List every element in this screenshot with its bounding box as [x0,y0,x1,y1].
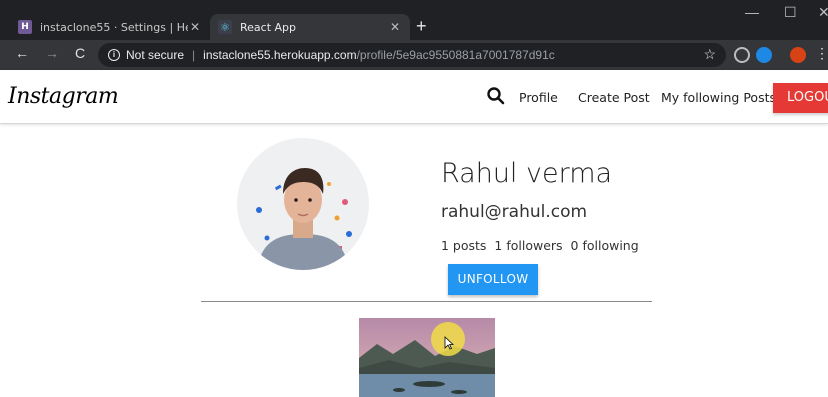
browser-toolbar: ← → C i Not secure | instaclone55.heroku… [0,40,828,70]
app-navbar: Instagram Profile Create Post My followi… [0,70,828,124]
maximize-button[interactable]: ☐ [784,4,797,21]
address-separator: | [192,48,196,62]
tab-react-app[interactable]: ⚛ React App ✕ [210,14,410,40]
mouse-cursor-icon [444,336,454,350]
bookmark-star-icon[interactable]: ☆ [703,46,716,63]
reload-icon[interactable]: C [70,45,90,61]
profile-stats: 1 posts 1 followers 0 following [441,238,643,253]
search-icon[interactable] [486,86,506,106]
close-tab-icon[interactable]: ✕ [388,20,402,34]
followers-count: 1 followers [494,238,563,253]
posts-count: 1 posts [441,238,487,253]
profile-name: Rahul verma [441,158,613,189]
tab-heroku-settings[interactable]: H instaclone55 · Settings | Heroku ✕ [10,14,210,40]
url-host: instaclone55.herokuapp.com [203,48,357,62]
profile-avatar-icon[interactable] [790,47,806,63]
brand-logo[interactable]: Instagram [8,84,119,109]
react-favicon-icon: ⚛ [218,20,232,34]
profile-avatar [237,138,369,270]
back-icon[interactable]: ← [12,45,32,61]
info-icon[interactable]: i [108,49,120,61]
close-window-button[interactable]: ✕ [818,4,828,21]
tab-title: React App [240,20,297,34]
forward-icon[interactable]: → [42,45,62,61]
close-tab-icon[interactable]: ✕ [188,20,202,34]
profile-divider [201,301,652,302]
browser-tab-strip: H instaclone55 · Settings | Heroku ✕ ⚛ R… [0,0,828,40]
nav-link-profile[interactable]: Profile [519,90,558,105]
react-devtools-icon[interactable] [756,47,772,63]
url-path: /profile/5e9ac9550881a7001787d91c [356,48,555,62]
logout-button[interactable]: LOGOUT [773,83,828,113]
nav-link-following-posts[interactable]: My following Posts [661,90,776,105]
unfollow-button[interactable]: UNFOLLOW [448,264,538,295]
menu-kebab-icon[interactable]: ⋮ [812,45,828,62]
new-tab-button[interactable]: + [416,16,427,37]
post-thumbnail[interactable] [359,318,495,397]
heroku-favicon-icon: H [18,20,32,34]
address-bar[interactable]: i Not secure | instaclone55.herokuapp.co… [98,43,726,67]
extension-icon[interactable] [734,47,750,63]
minimize-button[interactable]: — [745,4,759,20]
nav-link-create-post[interactable]: Create Post [578,90,650,105]
tab-title: instaclone55 · Settings | Heroku [40,20,188,34]
profile-email: rahul@rahul.com [441,202,588,222]
security-label: Not secure [126,48,185,62]
following-count: 0 following [570,238,639,253]
